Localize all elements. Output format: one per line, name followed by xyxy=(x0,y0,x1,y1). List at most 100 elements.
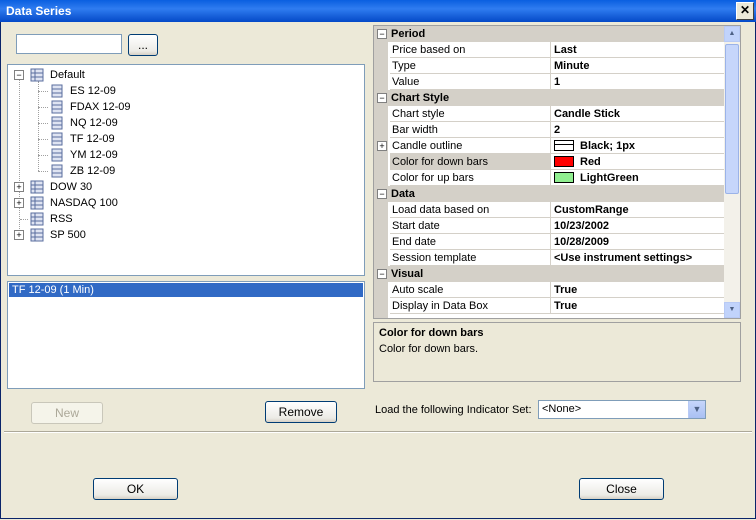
remove-button[interactable]: Remove xyxy=(265,401,337,423)
collapse-icon[interactable]: − xyxy=(377,269,387,279)
close-button[interactable]: Close xyxy=(579,478,664,500)
row-gutter xyxy=(374,74,388,90)
expand-icon[interactable]: + xyxy=(377,141,387,151)
tree-connector xyxy=(19,79,20,235)
property-grid-scrollbar[interactable]: ▲ ▼ xyxy=(724,26,740,318)
scroll-up-icon[interactable]: ▲ xyxy=(724,26,740,42)
expand-icon[interactable]: + xyxy=(14,182,24,192)
property-name: Value xyxy=(390,74,550,90)
property-row[interactable]: Color for up bars LightGreen xyxy=(374,170,728,186)
property-row[interactable]: End date 10/28/2009 xyxy=(374,234,728,250)
property-value-text: Black; 1px xyxy=(580,140,636,152)
property-row[interactable]: Load data based on CustomRange xyxy=(374,202,728,218)
property-row-selected[interactable]: Color for down bars Red xyxy=(374,154,728,170)
tree-connector xyxy=(38,171,48,172)
property-row[interactable]: Value 1 xyxy=(374,74,728,90)
tree-connector xyxy=(38,139,48,140)
new-button[interactable]: New xyxy=(31,402,103,424)
instrument-icon xyxy=(51,164,63,178)
tree-item-label: NASDAQ 100 xyxy=(50,197,118,209)
property-value[interactable]: 1 xyxy=(550,74,728,90)
collapse-icon[interactable]: − xyxy=(377,29,387,39)
expand-icon[interactable]: + xyxy=(14,230,24,240)
chevron-down-icon[interactable]: ▼ xyxy=(688,401,705,418)
data-series-list: TF 12-09 (1 Min) xyxy=(7,281,365,389)
property-name: Load data based on xyxy=(390,202,550,218)
tree-item-label: DOW 30 xyxy=(50,181,93,193)
property-row[interactable]: Session template <Use instrument settings… xyxy=(374,250,728,266)
property-row-partial[interactable] xyxy=(374,314,724,318)
database-icon xyxy=(30,196,44,210)
tree-connector xyxy=(38,91,48,92)
instrument-icon xyxy=(51,84,63,98)
instrument-tree: − Default ES 12-09 FDAX 12-09 NQ 12-09 T… xyxy=(7,64,365,276)
browse-button[interactable]: ... xyxy=(128,34,158,56)
property-row[interactable]: Bar width 2 xyxy=(374,122,728,138)
property-description: Color for down bars Color for down bars. xyxy=(373,322,741,382)
property-name: Start date xyxy=(390,218,550,234)
category-label: Visual xyxy=(391,268,424,280)
property-value[interactable]: True xyxy=(550,282,728,298)
tree-item-label: SP 500 xyxy=(50,229,86,241)
property-value[interactable]: Red xyxy=(550,154,728,170)
indicator-set-dropdown[interactable]: <None> ▼ xyxy=(538,400,706,419)
down-bars-color-swatch xyxy=(554,155,574,167)
property-value[interactable]: Minute xyxy=(550,58,728,74)
property-value[interactable]: Candle Stick xyxy=(550,106,728,122)
property-name: Chart style xyxy=(390,106,550,122)
property-name: Price based on xyxy=(390,42,550,58)
tree-connector xyxy=(38,107,48,108)
scrollbar-thumb[interactable] xyxy=(725,44,739,194)
property-value[interactable]: <Use instrument settings> xyxy=(550,250,728,266)
property-value[interactable]: True xyxy=(550,298,728,314)
row-gutter xyxy=(374,282,388,298)
property-name: Bar width xyxy=(390,122,550,138)
category-visual[interactable]: − Visual xyxy=(374,266,724,282)
property-row[interactable]: Start date 10/23/2002 xyxy=(374,218,728,234)
category-label: Period xyxy=(391,28,426,40)
property-row[interactable]: Type Minute xyxy=(374,58,728,74)
ok-button[interactable]: OK xyxy=(93,478,178,500)
property-value[interactable]: Last xyxy=(550,42,728,58)
tree-connector xyxy=(38,123,48,124)
row-gutter xyxy=(374,154,388,170)
category-chart-style[interactable]: − Chart Style xyxy=(374,90,724,106)
collapse-icon[interactable]: − xyxy=(14,70,24,80)
property-row[interactable]: Display in Data Box True xyxy=(374,298,728,314)
title-bar: Data Series ✕ xyxy=(0,0,756,22)
database-icon xyxy=(30,212,44,226)
instrument-icon xyxy=(51,132,63,146)
collapse-icon[interactable]: − xyxy=(377,189,387,199)
tree-connector xyxy=(38,155,48,156)
outline-swatch xyxy=(554,139,574,151)
collapse-icon[interactable]: − xyxy=(377,93,387,103)
property-value-text: Red xyxy=(580,156,601,168)
tree-item-label: TF 12-09 xyxy=(70,133,115,145)
category-data[interactable]: − Data xyxy=(374,186,724,202)
property-value[interactable]: LightGreen xyxy=(550,170,728,186)
row-gutter xyxy=(374,314,388,318)
category-label: Data xyxy=(391,188,415,200)
property-value[interactable]: Black; 1px xyxy=(550,138,728,154)
expand-icon[interactable]: + xyxy=(14,198,24,208)
property-value[interactable]: CustomRange xyxy=(550,202,728,218)
property-value[interactable]: 10/28/2009 xyxy=(550,234,728,250)
tree-item-label: Default xyxy=(50,69,85,81)
database-icon xyxy=(30,228,44,242)
instrument-search-input[interactable] xyxy=(16,34,122,54)
row-gutter xyxy=(374,170,388,186)
property-row[interactable]: Auto scale True xyxy=(374,282,728,298)
property-row[interactable]: Chart style Candle Stick xyxy=(374,106,728,122)
list-item[interactable]: TF 12-09 (1 Min) xyxy=(9,283,363,297)
property-row[interactable]: Price based on Last xyxy=(374,42,728,58)
property-value[interactable]: 2 xyxy=(550,122,728,138)
property-grid: − Period Price based on Last Type Minute V… xyxy=(373,25,741,319)
row-gutter xyxy=(374,250,388,266)
database-icon xyxy=(30,180,44,194)
instrument-icon xyxy=(51,116,63,130)
scroll-down-icon[interactable]: ▼ xyxy=(724,302,740,318)
close-icon[interactable]: ✕ xyxy=(736,2,754,20)
property-value[interactable]: 10/23/2002 xyxy=(550,218,728,234)
property-row[interactable]: + Candle outline Black; 1px xyxy=(374,138,728,154)
category-period[interactable]: − Period xyxy=(374,26,724,42)
